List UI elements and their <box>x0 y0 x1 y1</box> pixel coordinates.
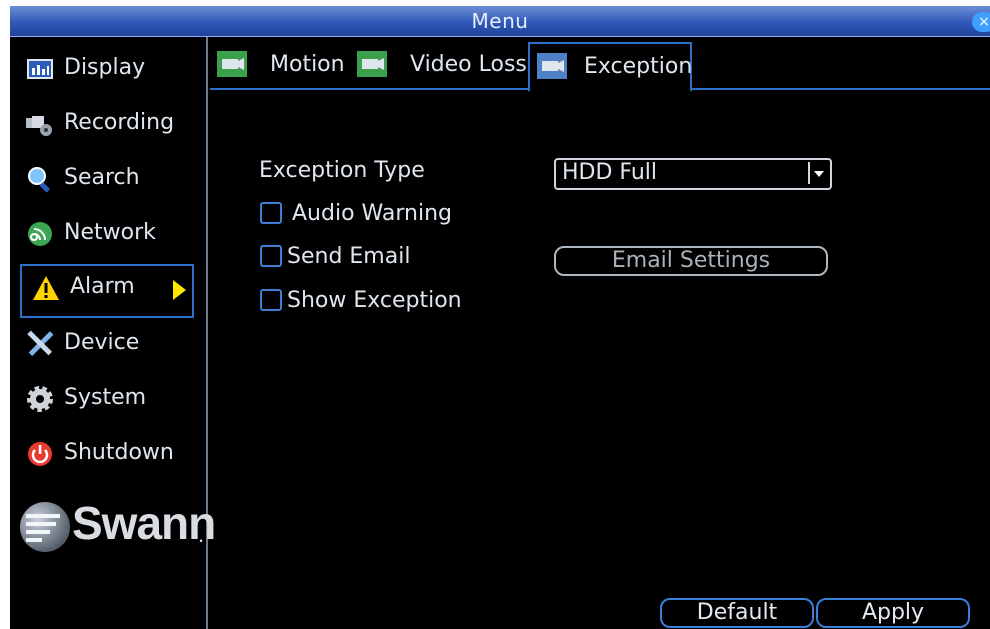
exception-type-value: HDD Full <box>562 160 658 185</box>
swann-logo: Swann . <box>20 497 216 560</box>
tab-motion[interactable]: Motion <box>216 42 346 88</box>
exception-panel: Exception Type HDD Full Audio Warning Se… <box>210 90 990 629</box>
brand-suffix: . <box>198 522 205 547</box>
sidebar: Display Recording Search Network Alarm D… <box>10 37 216 629</box>
sidebar-item-label: System <box>64 385 147 410</box>
sidebar-item-network[interactable]: Network <box>16 212 192 256</box>
display-icon <box>27 59 53 79</box>
device-tools-icon <box>27 330 54 357</box>
network-icon <box>28 222 52 246</box>
sidebar-item-search[interactable]: Search <box>16 157 192 201</box>
show-exception-label: Show Exception <box>287 288 462 313</box>
power-icon <box>28 442 52 466</box>
recording-icon <box>26 116 52 136</box>
tab-bar: Motion Video Loss Exception <box>210 42 990 92</box>
tab-video-loss[interactable]: Video Loss <box>356 42 527 88</box>
sidebar-item-label: Search <box>64 165 140 190</box>
exception-type-label: Exception Type <box>259 158 425 183</box>
sidebar-item-label: Alarm <box>70 274 135 299</box>
sidebar-item-display[interactable]: Display <box>16 47 192 91</box>
title-bar: Menu × <box>10 6 990 37</box>
send-email-label: Send Email <box>287 244 411 269</box>
sidebar-item-alarm[interactable]: Alarm <box>20 264 194 318</box>
audio-warning-checkbox[interactable] <box>260 202 282 224</box>
show-exception-checkbox[interactable] <box>260 289 282 311</box>
gear-icon <box>27 386 53 412</box>
sidebar-item-device[interactable]: Device <box>16 322 192 366</box>
alarm-warning-icon <box>33 276 59 300</box>
tab-label: Exception <box>584 54 693 79</box>
default-button[interactable]: Default <box>660 598 814 628</box>
sidebar-item-label: Recording <box>64 110 175 135</box>
chevron-down-icon[interactable] <box>808 162 828 184</box>
window-title: Menu <box>471 9 529 33</box>
email-settings-button[interactable]: Email Settings <box>554 246 828 276</box>
camera-icon <box>537 53 567 79</box>
apply-button[interactable]: Apply <box>816 598 970 628</box>
camera-icon <box>357 51 387 77</box>
selected-arrow-icon <box>173 280 186 300</box>
tab-exception[interactable]: Exception <box>528 42 692 92</box>
sidebar-item-recording[interactable]: Recording <box>16 102 192 146</box>
sidebar-item-shutdown[interactable]: Shutdown <box>16 432 192 476</box>
search-icon <box>28 167 51 193</box>
audio-warning-label: Audio Warning <box>292 201 452 226</box>
tab-label: Video Loss <box>410 52 527 77</box>
sidebar-item-label: Display <box>64 55 146 80</box>
brand-name: Swann <box>72 497 216 549</box>
sidebar-item-system[interactable]: System <box>16 377 192 421</box>
menu-window: Menu × Display Recording Search Network … <box>10 6 990 629</box>
sidebar-item-label: Shutdown <box>64 440 174 465</box>
close-icon[interactable]: × <box>972 12 990 32</box>
exception-type-select[interactable]: HDD Full <box>554 158 832 190</box>
tab-label: Motion <box>270 52 345 77</box>
sidebar-item-label: Device <box>64 330 140 355</box>
camera-icon <box>217 51 247 77</box>
send-email-checkbox[interactable] <box>260 245 282 267</box>
sidebar-item-label: Network <box>64 220 156 245</box>
swann-logo-icon <box>20 502 70 552</box>
